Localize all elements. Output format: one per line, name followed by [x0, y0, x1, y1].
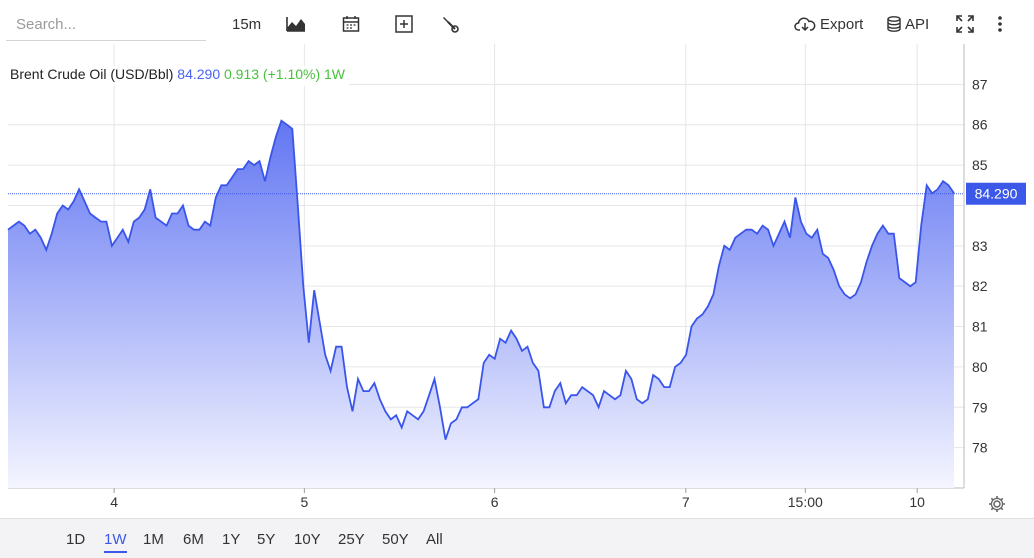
api-button[interactable]: API: [887, 12, 929, 36]
x-tick-label: 15:00: [788, 494, 823, 510]
y-tick-label: 81: [972, 319, 988, 335]
y-tick-label: 86: [972, 117, 988, 133]
download-icon: [794, 17, 816, 32]
range-button-10y[interactable]: 10Y: [294, 529, 321, 551]
range-button-50y[interactable]: 50Y: [382, 529, 409, 551]
y-tick-label: 80: [972, 359, 988, 375]
y-tick-label: 87: [972, 76, 988, 92]
interval-selector[interactable]: 15m: [232, 12, 261, 36]
settings-gear-icon[interactable]: [988, 495, 1006, 513]
chart-legend: Brent Crude Oil (USD/Bbl) 84.290 0.913 (…: [8, 66, 350, 86]
api-label: API: [905, 15, 930, 33]
range-button-1m[interactable]: 1M: [143, 529, 164, 551]
more-icon[interactable]: [996, 12, 1004, 36]
price-area-fill: [8, 120, 954, 488]
y-tick-label: 79: [972, 399, 988, 415]
chart-style-icon[interactable]: [286, 12, 306, 36]
fullscreen-icon[interactable]: [956, 12, 974, 36]
x-tick-label: 7: [682, 494, 690, 510]
range-button-1w[interactable]: 1W: [104, 529, 127, 553]
database-icon: [887, 16, 901, 32]
search-box: [6, 10, 206, 41]
instrument-name: Brent Crude Oil (USD/Bbl): [10, 66, 174, 82]
range-button-5y[interactable]: 5Y: [257, 529, 275, 551]
add-indicator-icon[interactable]: [395, 12, 413, 36]
price-chart[interactable]: 78 79 80 81 82 83 85 86 87 4 5 6 7 15:00 10 84.290: [0, 44, 1034, 518]
tools-icon[interactable]: [441, 12, 459, 36]
x-tick-label: 10: [909, 494, 925, 510]
y-tick-label: 78: [972, 440, 988, 456]
legend-period: 1W: [324, 66, 346, 82]
range-button-1y[interactable]: 1Y: [222, 529, 240, 551]
y-tick-label: 83: [972, 238, 988, 254]
range-button-6m[interactable]: 6M: [183, 529, 204, 551]
export-button[interactable]: Export: [794, 12, 863, 36]
x-tick-label: 5: [300, 494, 308, 510]
export-label: Export: [820, 15, 864, 33]
range-button-1d[interactable]: 1D: [66, 529, 85, 551]
x-tick-label: 4: [110, 494, 118, 510]
range-button-all[interactable]: All: [426, 529, 443, 551]
last-price-label: 84.290: [975, 186, 1018, 202]
price-change: 0.913 (+1.10%): [224, 66, 321, 82]
range-selector: 1D 1W 1M 6M 1Y 5Y 10Y 25Y 50Y All: [0, 518, 1034, 558]
x-tick-label: 6: [491, 494, 499, 510]
y-tick-label: 85: [972, 157, 988, 173]
y-tick-label: 82: [972, 278, 988, 294]
current-value: 84.290: [177, 66, 221, 82]
search-input[interactable]: [6, 10, 206, 38]
chart-toolbar: 15m Export API: [0, 0, 1034, 48]
calendar-icon[interactable]: [342, 12, 360, 36]
range-button-25y[interactable]: 25Y: [338, 529, 365, 551]
